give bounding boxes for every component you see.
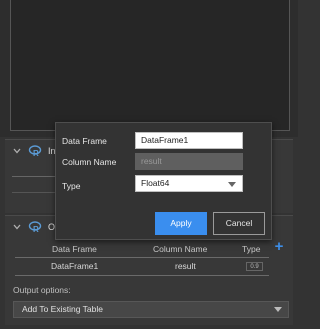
- caret-down-icon: [228, 182, 236, 187]
- output-table-header: Data Frame Column Name Type: [15, 242, 277, 257]
- column-header-column-name: Column Name: [153, 244, 208, 254]
- row-divider: [15, 275, 269, 276]
- type-value: Float64: [141, 178, 170, 188]
- row-data-frame: DataFrame1: [51, 261, 99, 271]
- add-output-icon[interactable]: +: [272, 239, 286, 254]
- r-script-icon: R: [28, 144, 42, 158]
- column-header-data-frame: Data Frame: [52, 244, 97, 254]
- row-column-name: result: [175, 261, 196, 271]
- data-frame-value: DataFrame1: [141, 135, 189, 145]
- column-header-type: Type: [242, 244, 261, 254]
- output-options-select[interactable]: Add To Existing Table: [13, 301, 289, 318]
- row-type-badge: 0.9: [246, 262, 263, 271]
- apply-button[interactable]: Apply: [155, 212, 207, 235]
- caret-down-icon: [274, 307, 282, 312]
- column-name-value: result: [141, 156, 162, 166]
- type-select[interactable]: Float64: [135, 175, 243, 192]
- r-script-icon: R: [28, 220, 42, 234]
- header-divider: [15, 257, 269, 258]
- edit-column-dialog: Data Frame DataFrame1 Column Name result…: [55, 122, 272, 240]
- output-options-value: Add To Existing Table: [22, 304, 103, 314]
- preview-canvas: [10, 0, 290, 131]
- svg-text:R: R: [33, 225, 39, 234]
- svg-text:R: R: [33, 149, 39, 158]
- output-options-label: Output options:: [13, 285, 71, 295]
- chevron-down-icon[interactable]: [12, 222, 22, 232]
- data-frame-label: Data Frame: [62, 136, 107, 146]
- column-name-field: result: [135, 153, 243, 170]
- data-frame-field[interactable]: DataFrame1: [135, 132, 243, 149]
- chevron-down-icon[interactable]: [12, 146, 22, 156]
- type-label: Type: [62, 181, 81, 191]
- preview-panel: [0, 0, 298, 137]
- column-name-label: Column Name: [62, 157, 117, 167]
- cancel-button[interactable]: Cancel: [213, 212, 265, 235]
- table-row[interactable]: DataFrame1 result 0.9: [15, 260, 269, 274]
